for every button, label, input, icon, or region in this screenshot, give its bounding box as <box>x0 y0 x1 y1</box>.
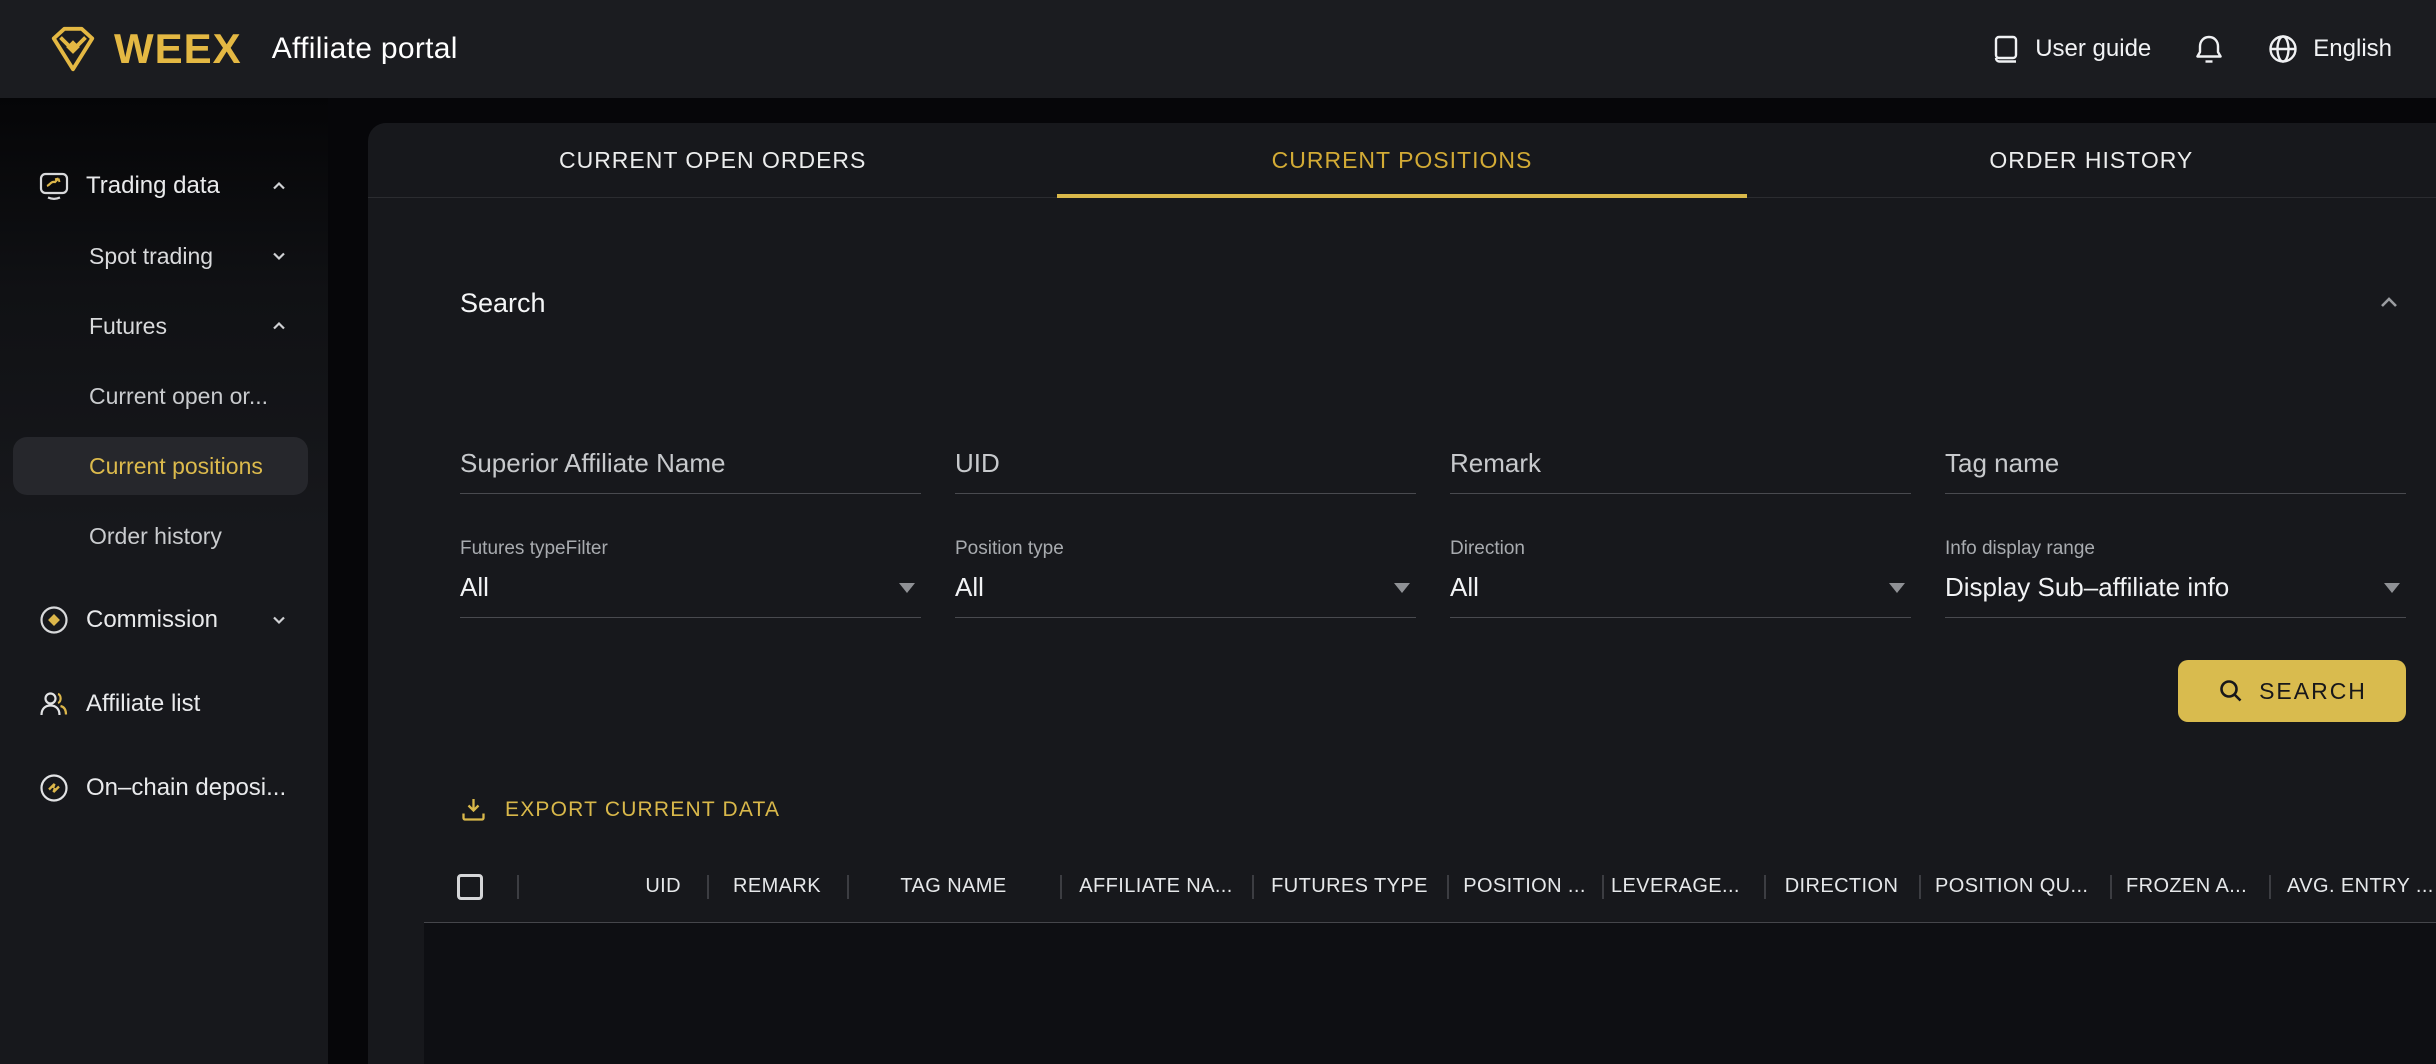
tag-name-input[interactable] <box>1945 448 2406 479</box>
column-header-remark[interactable]: REMARK <box>707 851 847 922</box>
tab-current-open-orders[interactable]: CURRENT OPEN ORDERS <box>368 123 1057 197</box>
chevron-down-icon <box>270 247 288 265</box>
search-button-label: SEARCH <box>2259 678 2367 705</box>
filter-label: Direction <box>1450 538 1911 560</box>
filter-label: Position type <box>955 538 1416 560</box>
column-header-position-qty[interactable]: POSITION QU... <box>1919 851 2110 922</box>
column-header-affiliate-name[interactable]: AFFILIATE NA... <box>1060 851 1252 922</box>
table-body-empty <box>424 923 2436 1064</box>
chevron-up-icon <box>270 317 288 335</box>
collapse-panel-button[interactable] <box>2372 286 2406 320</box>
user-guide-link[interactable]: User guide <box>1991 34 2151 64</box>
dropdown-arrow-icon <box>2384 583 2400 593</box>
sidebar: Trading data Spot trading Futures Curren… <box>0 98 328 1064</box>
column-header-avg-entry[interactable]: AVG. ENTRY ... <box>2269 851 2436 922</box>
coin-diamond-icon <box>38 604 70 636</box>
select-all-cell <box>424 851 517 922</box>
remark-field <box>1450 448 1911 494</box>
column-header-frozen-amount[interactable]: FROZEN A... <box>2110 851 2269 922</box>
search-button[interactable]: SEARCH <box>2178 660 2406 722</box>
top-header: WEEX Affiliate portal User guide English <box>0 0 2436 98</box>
direction-select[interactable]: Direction All <box>1450 538 1911 618</box>
language-selector[interactable]: English <box>2267 33 2392 65</box>
sidebar-item-label: Trading data <box>86 172 220 200</box>
brand[interactable]: WEEX Affiliate portal <box>44 24 458 74</box>
monitor-chart-icon <box>38 170 70 202</box>
search-panel: Search Futures typeFilter All <box>368 198 2436 722</box>
dropdown-arrow-icon <box>1889 583 1905 593</box>
chevron-up-icon <box>2376 290 2402 316</box>
sidebar-item-order-history[interactable]: Order history <box>0 501 328 571</box>
chevron-up-icon <box>270 177 288 195</box>
filter-value: All <box>955 572 984 603</box>
positions-table: UID REMARK TAG NAME AFFILIATE NA... FUTU… <box>424 851 2436 1064</box>
filter-label: Info display range <box>1945 538 2406 560</box>
main-content: CURRENT OPEN ORDERS CURRENT POSITIONS OR… <box>368 123 2436 1064</box>
superior-affiliate-name-field <box>460 448 921 494</box>
transfer-circle-icon <box>38 772 70 804</box>
column-header-direction[interactable]: DIRECTION <box>1764 851 1919 922</box>
dropdown-arrow-icon <box>1394 583 1410 593</box>
search-form: Futures typeFilter All Position type All… <box>460 448 2406 618</box>
column-header-leverage[interactable]: LEVERAGE... <box>1602 851 1764 922</box>
filter-value: All <box>460 572 489 603</box>
user-guide-label: User guide <box>2035 35 2151 63</box>
chevron-down-icon <box>270 611 288 629</box>
sidebar-item-futures[interactable]: Futures <box>0 291 328 361</box>
search-icon <box>2217 677 2245 705</box>
tab-order-history[interactable]: ORDER HISTORY <box>1747 123 2436 197</box>
sidebar-item-onchain-deposit[interactable]: On–chain deposi... <box>0 753 328 823</box>
topbar-actions: User guide English <box>1991 33 2392 65</box>
sidebar-item-current-open-orders[interactable]: Current open or... <box>0 361 328 431</box>
column-header-position[interactable]: POSITION ... <box>1447 851 1602 922</box>
filter-value: All <box>1450 572 1479 603</box>
column-header-uid[interactable]: UID <box>517 851 707 922</box>
sidebar-item-trading-data[interactable]: Trading data <box>0 151 328 221</box>
export-label: EXPORT CURRENT DATA <box>505 798 780 822</box>
page-title: Affiliate portal <box>272 32 458 66</box>
futures-type-filter-select[interactable]: Futures typeFilter All <box>460 538 921 618</box>
info-display-range-select[interactable]: Info display range Display Sub–affiliate… <box>1945 538 2406 618</box>
sidebar-item-commission[interactable]: Commission <box>0 585 328 655</box>
column-header-futures-type[interactable]: FUTURES TYPE <box>1252 851 1447 922</box>
bell-icon <box>2193 33 2225 65</box>
sidebar-item-spot-trading[interactable]: Spot trading <box>0 221 328 291</box>
tab-current-positions[interactable]: CURRENT POSITIONS <box>1057 123 1746 197</box>
sidebar-item-affiliate-list[interactable]: Affiliate list <box>0 669 328 739</box>
weex-logo-icon <box>44 24 102 74</box>
dropdown-arrow-icon <box>899 583 915 593</box>
position-type-select[interactable]: Position type All <box>955 538 1416 618</box>
globe-icon <box>2267 33 2299 65</box>
notifications-button[interactable] <box>2193 33 2225 65</box>
language-label: English <box>2313 35 2392 63</box>
search-panel-title: Search <box>460 288 546 319</box>
filter-label: Futures typeFilter <box>460 538 921 560</box>
uid-input[interactable] <box>955 448 1416 479</box>
column-header-tag-name[interactable]: TAG NAME <box>847 851 1060 922</box>
book-icon <box>1991 34 2021 64</box>
table-header-row: UID REMARK TAG NAME AFFILIATE NA... FUTU… <box>424 851 2436 923</box>
remark-input[interactable] <box>1450 448 1911 479</box>
download-icon <box>460 796 487 823</box>
export-current-data-button[interactable]: EXPORT CURRENT DATA <box>460 796 780 823</box>
tag-name-field <box>1945 448 2406 494</box>
sidebar-item-current-positions[interactable]: Current positions <box>13 437 308 495</box>
tab-bar: CURRENT OPEN ORDERS CURRENT POSITIONS OR… <box>368 123 2436 198</box>
select-all-checkbox[interactable] <box>457 874 483 900</box>
brand-name: WEEX <box>114 25 242 73</box>
people-icon <box>38 688 70 720</box>
superior-affiliate-name-input[interactable] <box>460 448 921 479</box>
uid-field <box>955 448 1416 494</box>
filter-value: Display Sub–affiliate info <box>1945 572 2229 603</box>
